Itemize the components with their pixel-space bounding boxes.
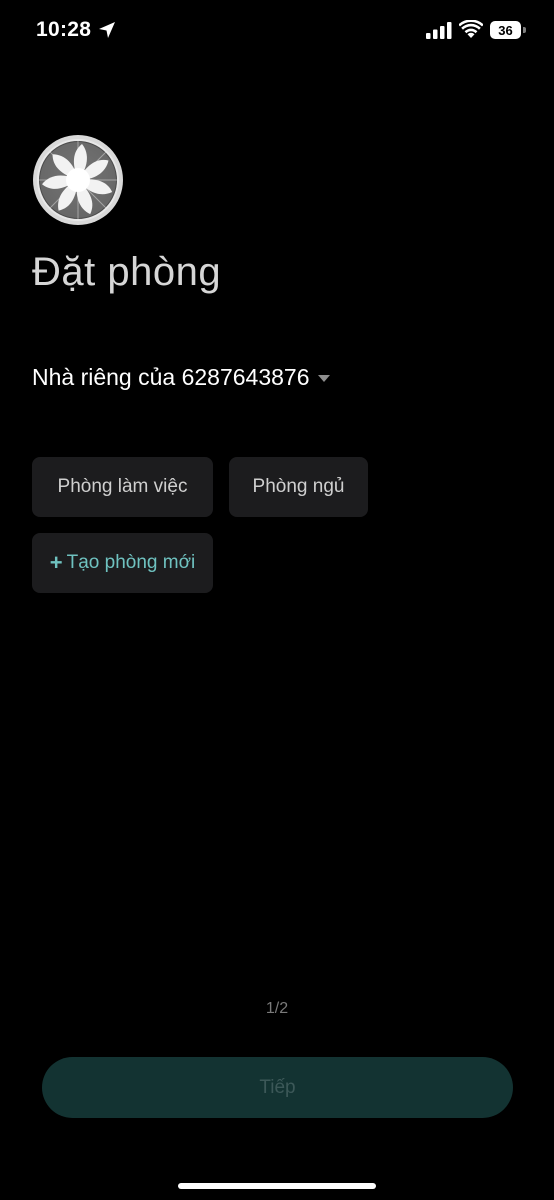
plus-icon: + [49, 550, 63, 575]
screen: 10:28 36 Đặt phòng Nhà riêng của 6287643… [0, 0, 554, 1200]
status-time: 10:28 [36, 18, 92, 41]
location-arrow-icon [99, 22, 115, 38]
signal-icon [426, 22, 452, 39]
wifi-icon [459, 20, 483, 38]
fan-icon [33, 135, 123, 225]
status-bar: 10:28 36 [0, 0, 554, 60]
home-selector[interactable]: Nhà riêng của 6287643876 [32, 364, 330, 391]
page-indicator: 1/2 [265, 1000, 289, 1017]
home-label: Nhà riêng của 6287643876 [32, 364, 310, 390]
room-button-bedroom[interactable]: Phòng ngủ [229, 457, 368, 517]
create-room-label: Tạo phòng mới [66, 552, 196, 573]
battery-level: 36 [498, 22, 513, 38]
room-label: Phòng ngủ [252, 476, 345, 497]
battery-icon: 36 [490, 21, 521, 39]
room-label: Phòng làm việc [57, 476, 188, 497]
create-room-button[interactable]: + Tạo phòng mới [32, 533, 213, 593]
page-title: Đặt phòng [32, 250, 222, 294]
next-label: Tiếp [259, 1076, 296, 1098]
caret-down-icon [317, 374, 330, 382]
room-button-work[interactable]: Phòng làm việc [32, 457, 213, 517]
next-button[interactable]: Tiếp [42, 1057, 513, 1118]
battery-tip [523, 27, 526, 33]
home-indicator [178, 1183, 376, 1189]
